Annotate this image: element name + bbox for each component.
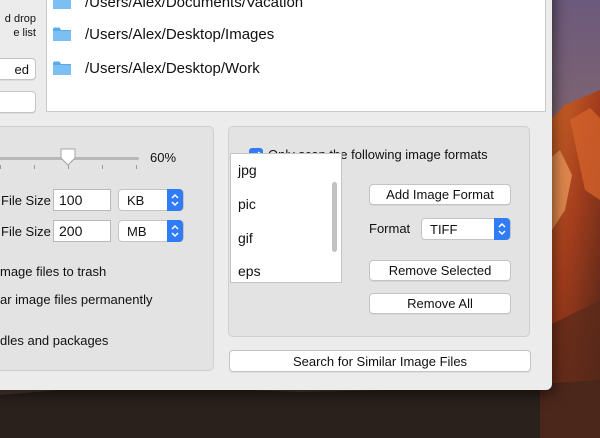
min-file-size-input[interactable]: 100 (53, 189, 111, 211)
folder-icon (53, 0, 71, 9)
slider-tick (68, 165, 69, 169)
list-item[interactable]: jpg (238, 162, 257, 178)
similarity-slider-thumb[interactable] (58, 147, 78, 167)
format-list-scrollbar[interactable] (332, 182, 337, 252)
max-file-size-label: File Size (1, 224, 51, 239)
stepper-icon (167, 220, 183, 242)
settings-panel: 60% File Size 100 KB File Size 200 MB ma… (0, 126, 214, 371)
remove-selected-label: Remove Selected (388, 263, 492, 278)
min-file-size-label: File Size (1, 193, 51, 208)
stepper-icon (494, 218, 510, 240)
list-item[interactable]: gif (238, 230, 253, 246)
list-item[interactable]: pic (238, 196, 256, 212)
folder-path: /Users/Alex/Documents/Vacation (85, 0, 304, 11)
slider-tick (136, 165, 137, 169)
remove-all-label: Remove All (407, 296, 473, 311)
list-item[interactable]: /Users/Alex/Desktop/Work (53, 57, 260, 79)
min-size-unit-select[interactable]: KB (118, 189, 184, 211)
delete-permanently-option[interactable]: ar image files permanently (0, 292, 152, 307)
slider-tick (0, 165, 1, 169)
format-list[interactable]: jpg pic gif eps (230, 153, 342, 283)
list-item[interactable]: /Users/Alex/Documents/Vacation (53, 0, 303, 13)
format-select-value: TIFF (430, 221, 458, 237)
folder-icon (53, 61, 71, 75)
search-similar-button[interactable]: Search for Similar Image Files (229, 350, 531, 372)
search-similar-label: Search for Similar Image Files (292, 353, 468, 369)
min-size-unit-value: KB (127, 192, 145, 208)
add-image-format-label: Add Image Format (386, 187, 494, 202)
folder-path: /Users/Alex/Desktop/Work (85, 59, 260, 77)
left-action-button-label: ed (14, 61, 29, 77)
drop-hint-line2: e list (13, 27, 36, 39)
max-size-unit-select[interactable]: MB (118, 220, 184, 242)
slider-tick (34, 165, 35, 169)
app-window: d drop e list ed /Users/Alex/Documents/V… (0, 0, 552, 390)
format-label: Format (369, 221, 411, 236)
list-item[interactable]: /Users/Alex/Desktop/Images (53, 23, 274, 45)
max-file-size-input[interactable]: 200 (53, 220, 111, 242)
stepper-icon (167, 189, 183, 211)
format-select[interactable]: TIFF (421, 218, 511, 240)
remove-selected-button[interactable]: Remove Selected (369, 260, 511, 281)
list-item[interactable]: eps (238, 263, 261, 279)
add-image-format-button[interactable]: Add Image Format (369, 184, 511, 205)
remove-all-button[interactable]: Remove All (369, 293, 511, 314)
left-secondary-button[interactable] (0, 91, 36, 113)
similarity-value: 60% (150, 150, 177, 165)
folder-icon (53, 27, 71, 41)
drop-hint-line1: d drop (4, 13, 36, 25)
skip-bundles-option[interactable]: dles and packages (0, 333, 108, 348)
slider-tick (102, 165, 103, 169)
left-action-button[interactable]: ed (0, 58, 36, 80)
folder-list[interactable]: /Users/Alex/Documents/Vacation /Users/Al… (46, 0, 546, 112)
move-to-trash-option[interactable]: mage files to trash (0, 264, 106, 279)
folder-path: /Users/Alex/Desktop/Images (85, 25, 275, 43)
max-size-unit-value: MB (127, 223, 147, 239)
